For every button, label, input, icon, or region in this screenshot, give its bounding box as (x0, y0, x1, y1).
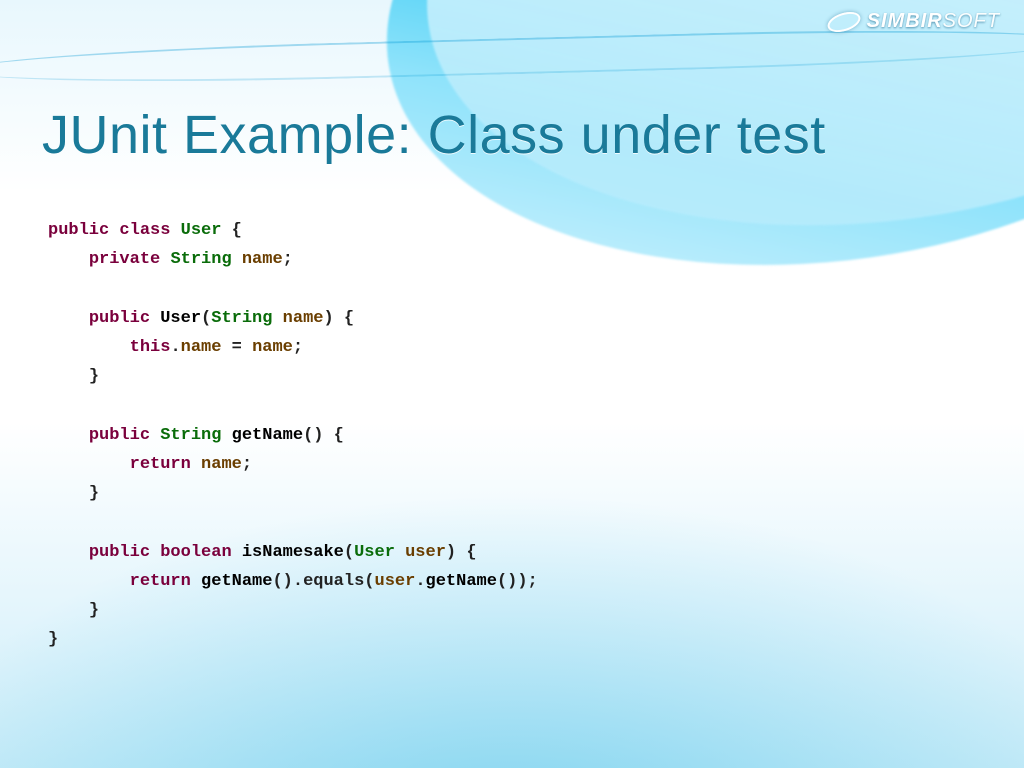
rparen-brace: ) { (323, 309, 354, 328)
brace-close-outer: } (48, 630, 58, 649)
type-string: String (170, 250, 231, 269)
call-getname2: getName (426, 572, 497, 591)
keyword-this: this (130, 338, 171, 357)
sig: () { (303, 426, 344, 445)
obj-user: user (375, 572, 416, 591)
param-name: name (283, 309, 324, 328)
method-isnamesake: isNamesake (242, 543, 344, 562)
return-type: String (160, 426, 221, 445)
param-user: user (405, 543, 446, 562)
brand-logo: SIMBIRSOFT (827, 10, 1000, 33)
brace-close: } (89, 601, 99, 620)
brace-close: } (89, 484, 99, 503)
param-type-user: User (354, 543, 395, 562)
method-getname: getName (232, 426, 303, 445)
dot: . (170, 338, 180, 357)
semicolon: ; (242, 455, 252, 474)
dot: . (415, 572, 425, 591)
slide-title: JUnit Example: Class under test (42, 104, 826, 166)
logo-text-2: SOFT (943, 10, 1000, 32)
return-var: name (201, 455, 242, 474)
keyword-public: public (89, 543, 150, 562)
rparen-brace: ) { (446, 543, 477, 562)
field-ref: name (181, 338, 222, 357)
tail-parens: ()); (497, 572, 538, 591)
keyword-public: public (48, 221, 109, 240)
equals: = (221, 338, 252, 357)
brace-close: } (89, 367, 99, 386)
lparen: ( (201, 309, 211, 328)
param-type: String (211, 309, 272, 328)
rhs-name: name (252, 338, 293, 357)
keyword-private: private (89, 250, 160, 269)
code-block: public class User { private String name;… (48, 216, 538, 655)
slide: SIMBIRSOFT JUnit Example: Class under te… (0, 0, 1024, 768)
equals-call-mid: ().equals( (272, 572, 374, 591)
keyword-public: public (89, 309, 150, 328)
brace-open: { (221, 221, 241, 240)
class-name: User (181, 221, 222, 240)
logo-ring-icon (825, 8, 863, 36)
keyword-return: return (130, 455, 191, 474)
semicolon: ; (283, 250, 293, 269)
call-getname1: getName (201, 572, 272, 591)
type-boolean: boolean (160, 543, 231, 562)
lparen: ( (344, 543, 354, 562)
logo-text-1: SIMBIR (867, 10, 943, 32)
constructor-name: User (160, 309, 201, 328)
keyword-public: public (89, 426, 150, 445)
field-name: name (242, 250, 283, 269)
keyword-return: return (130, 572, 191, 591)
keyword-class: class (119, 221, 170, 240)
semicolon: ; (293, 338, 303, 357)
